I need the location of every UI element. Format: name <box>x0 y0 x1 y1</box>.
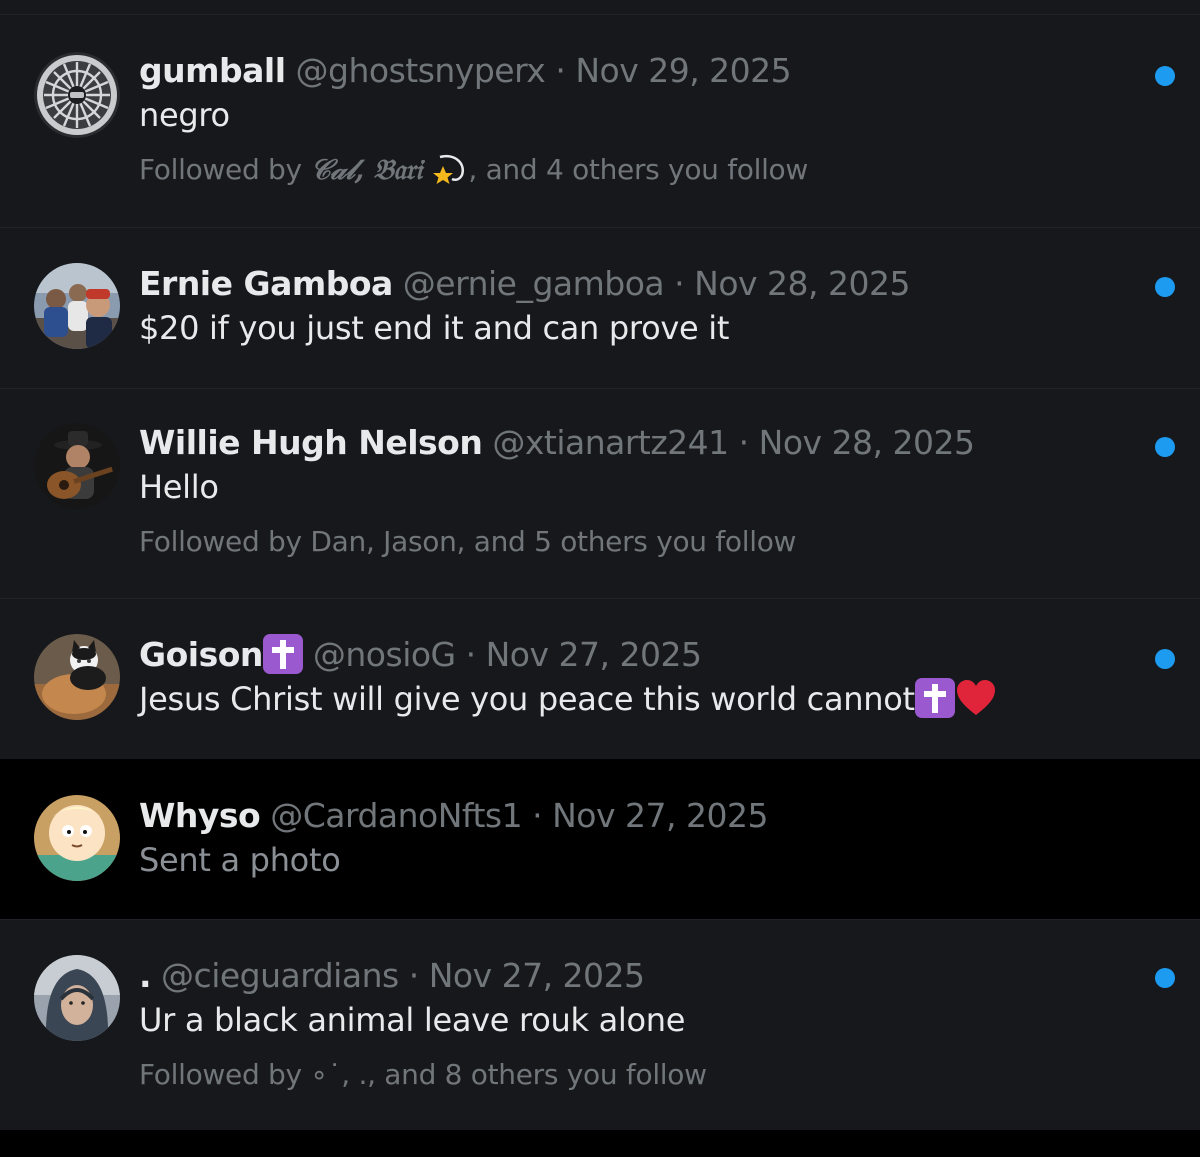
followed-by-text: Followed by Dan, Jason, and 5 others you… <box>139 525 797 558</box>
sender-handle[interactable]: @nosioG <box>313 635 456 674</box>
cat-avatar[interactable] <box>34 634 120 720</box>
messages-list: gumball @ghostsnyperx · Nov 29, 2025 neg… <box>0 0 1200 1157</box>
car-wheel-avatar[interactable] <box>34 52 120 138</box>
conversation-header: Willie Hugh Nelson @xtianartz241 · Nov 2… <box>139 423 1120 463</box>
cat-photo-icon <box>34 634 120 720</box>
conversation-header: . @cieguardians · Nov 27, 2025 <box>139 956 1120 996</box>
separator-dot: · <box>532 796 543 835</box>
car-wheel-icon <box>34 52 120 138</box>
group-photo-icon <box>34 263 120 349</box>
list-bottom-edge <box>0 1130 1200 1157</box>
conversation-row-ernie-gamboa[interactable]: Ernie Gamboa @ernie_gamboa · Nov 28, 202… <box>0 227 1200 388</box>
sender-handle[interactable]: @ernie_gamboa <box>403 264 665 303</box>
message-date: Nov 28, 2025 <box>694 264 911 303</box>
separator-dot: · <box>408 956 420 995</box>
group-photo-avatar[interactable] <box>34 263 120 349</box>
followed-by-text: Followed by ∘˙, ., and 8 others you foll… <box>139 1058 707 1091</box>
conversation-row-goison[interactable]: Goison @nosioG · Nov 27, 2025 Jesus Chri… <box>0 598 1200 759</box>
sender-name[interactable]: Whyso <box>139 796 261 835</box>
separator-dot: · <box>738 423 750 462</box>
message-preview: $20 if you just end it and can prove it <box>139 309 730 347</box>
message-date: Nov 28, 2025 <box>758 423 975 462</box>
message-date: Nov 27, 2025 <box>485 635 702 674</box>
guitarist-icon <box>34 423 120 509</box>
message-preview-line: Jesus Christ will give you peace this wo… <box>139 675 1120 723</box>
unread-dot <box>1155 649 1175 669</box>
message-preview: Hello <box>139 468 219 506</box>
guitarist-avatar[interactable] <box>34 423 120 509</box>
shooting-star-icon <box>433 154 465 184</box>
conversation-row-cieguardians[interactable]: . @cieguardians · Nov 27, 2025 Ur a blac… <box>0 919 1200 1130</box>
hooded-person-avatar[interactable] <box>34 955 120 1041</box>
sender-name[interactable]: Goison <box>139 635 263 674</box>
sender-handle[interactable]: @cieguardians <box>161 956 399 995</box>
sender-name[interactable]: Ernie Gamboa <box>139 264 393 303</box>
sender-name[interactable]: Willie Hugh Nelson <box>139 423 483 462</box>
conversation-row-willie-hugh-nelson[interactable]: Willie Hugh Nelson @xtianartz241 · Nov 2… <box>0 388 1200 598</box>
separator-dot: · <box>555 51 566 90</box>
unread-dot <box>1155 437 1175 457</box>
sender-handle[interactable]: @ghostsnyperx <box>296 51 546 90</box>
message-preview: negro <box>139 96 230 134</box>
message-preview: Jesus Christ will give you peace this wo… <box>139 680 915 718</box>
conversation-header: Ernie Gamboa @ernie_gamboa · Nov 28, 202… <box>139 264 1120 304</box>
conversation-row-whyso[interactable]: Whyso @CardanoNfts1 · Nov 27, 2025 Sent … <box>0 759 1200 919</box>
conversation-header: Goison @nosioG · Nov 27, 2025 <box>139 633 1120 675</box>
message-preview: Ur a black animal leave rouk alone <box>139 1001 686 1039</box>
red-heart-icon <box>956 680 995 715</box>
separator-dot: · <box>465 635 477 674</box>
followed-names: 𝒞𝒶𝓁, 𝔅𝔞𝔯𝔦 <box>310 153 422 186</box>
message-preview: Sent a photo <box>139 841 341 879</box>
latin-cross-icon <box>262 633 303 674</box>
conversation-row-gumball[interactable]: gumball @ghostsnyperx · Nov 29, 2025 neg… <box>0 14 1200 227</box>
hooded-person-icon <box>34 955 120 1041</box>
conversation-header: Whyso @CardanoNfts1 · Nov 27, 2025 <box>139 796 1120 836</box>
followed-by-text: Followed by 𝒞𝒶𝓁, 𝔅𝔞𝔯𝔦 , and 4 others you… <box>139 150 1120 190</box>
message-date: Nov 27, 2025 <box>552 796 768 835</box>
list-top-edge <box>0 0 1200 14</box>
unread-dot <box>1155 66 1175 86</box>
unread-dot <box>1155 968 1175 988</box>
separator-dot: · <box>674 264 685 303</box>
sender-name[interactable]: . <box>139 956 152 995</box>
cartoon-character-avatar[interactable] <box>34 795 120 881</box>
conversation-header: gumball @ghostsnyperx · Nov 29, 2025 <box>139 51 1120 91</box>
latin-cross-icon <box>914 678 955 718</box>
followed-prefix: Followed by <box>139 153 311 186</box>
sender-handle[interactable]: @CardanoNfts1 <box>270 796 522 835</box>
followed-suffix: , and 4 others you follow <box>468 153 808 186</box>
unread-dot <box>1155 277 1175 297</box>
cartoon-character-icon <box>34 795 120 881</box>
message-date: Nov 27, 2025 <box>428 956 645 995</box>
message-date: Nov 29, 2025 <box>575 51 792 90</box>
sender-handle[interactable]: @xtianartz241 <box>492 423 729 462</box>
sender-name[interactable]: gumball <box>139 51 286 90</box>
